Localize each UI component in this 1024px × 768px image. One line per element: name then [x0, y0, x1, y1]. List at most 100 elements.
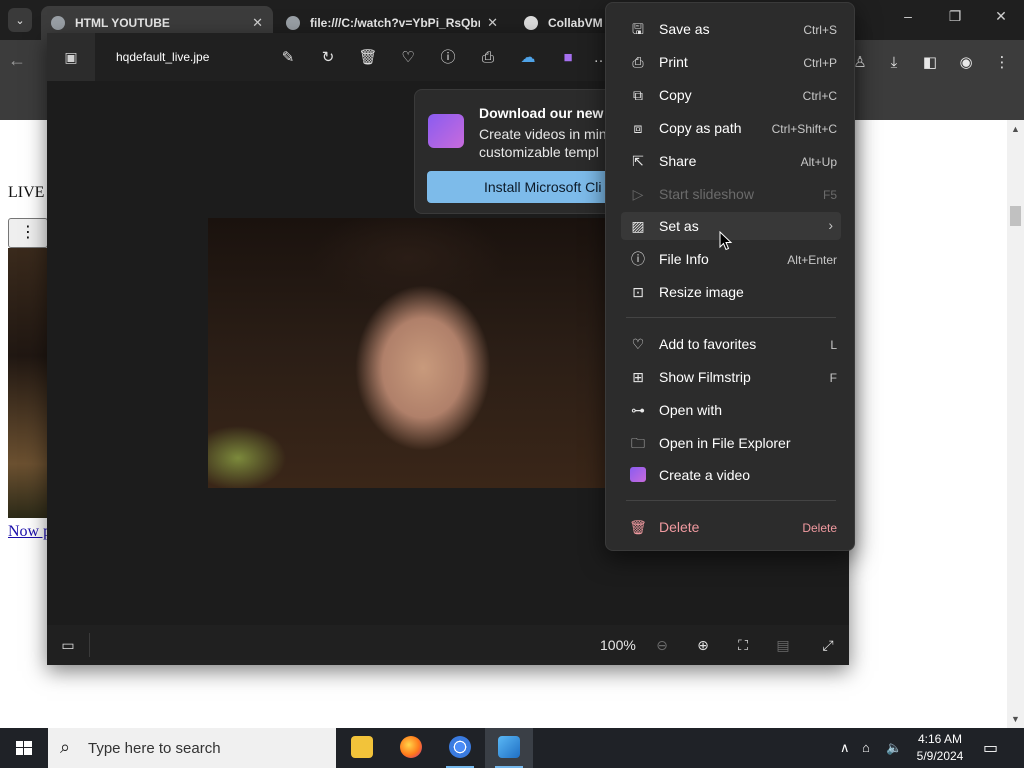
gallery-icon[interactable]: ▣	[47, 33, 95, 81]
open-with-icon: ⊶	[631, 402, 645, 418]
video-thumbnail[interactable]	[8, 248, 48, 518]
menu-item-shortcut: F5	[822, 188, 837, 202]
taskbar-chrome[interactable]	[436, 728, 484, 768]
taskbar: ⌕ Type here to search ∧ ⌂ 🔈 4:16 AM 5/9/…	[0, 728, 1024, 768]
menu-item-add-to-favorites[interactable]: ♡ Add to favorites L	[621, 330, 841, 358]
menu-item-save-as[interactable]: 🖫 Save as Ctrl+S	[621, 15, 841, 43]
print-icon[interactable]: ⎙	[477, 47, 499, 69]
actual-size-icon[interactable]: ▤	[773, 635, 793, 655]
install-clipchamp-button[interactable]: Install Microsoft Cli	[427, 171, 615, 203]
close-window-button[interactable]: ✕	[986, 8, 1016, 25]
clipchamp-icon	[630, 467, 646, 482]
full-screen-icon[interactable]: ⤢	[818, 635, 838, 655]
search-icon: ⌕	[60, 737, 71, 757]
globe-icon	[286, 16, 300, 30]
taskbar-file-explorer[interactable]	[338, 728, 386, 768]
menu-item-show-filmstrip[interactable]: ⊞ Show Filmstrip F	[621, 363, 841, 391]
globe-icon	[51, 16, 65, 30]
rotate-icon[interactable]: ↻	[317, 47, 339, 69]
share-icon: ⇱	[632, 153, 644, 169]
taskbar-search-box[interactable]: ⌕ Type here to search	[48, 728, 336, 768]
zoom-out-icon[interactable]: ⊖	[652, 635, 672, 655]
menu-item-label: Start slideshow	[659, 186, 754, 202]
menu-item-shortcut: Ctrl+P	[803, 56, 837, 70]
save-as-icon: 🖫	[632, 21, 644, 37]
tab-title: file:///C:/watch?v=YbPi_RsQbr	[310, 16, 480, 30]
scroll-thumb[interactable]	[1010, 206, 1021, 226]
menu-item-shortcut: Ctrl+S	[803, 23, 837, 37]
clock-date: 5/9/2024	[916, 749, 964, 763]
heart-icon: ♡	[631, 336, 645, 352]
onedrive-icon[interactable]: ☁	[517, 47, 539, 69]
volume-muted-icon[interactable]: 🔈	[886, 740, 902, 756]
menu-item-label: Print	[659, 54, 688, 70]
print-icon: ⎙	[632, 54, 644, 70]
filmstrip-toggle-icon[interactable]: ▭	[58, 635, 78, 655]
start-button[interactable]	[0, 728, 48, 768]
tab-list-button[interactable]: ⌄	[8, 8, 32, 32]
zoom-level[interactable]: 100%	[600, 637, 636, 653]
menu-item-label: Save as	[659, 21, 710, 37]
menu-separator	[626, 317, 836, 318]
menu-item-start-slideshow[interactable]: ▷ Start slideshow F5	[621, 180, 841, 208]
menu-item-share[interactable]: ⇱ Share Alt+Up	[621, 147, 841, 175]
clock-time: 4:16 AM	[917, 732, 963, 746]
context-menu: 🖫 Save as Ctrl+S ⎙ Print Ctrl+P ⧉ Copy C…	[605, 2, 855, 551]
menu-item-print[interactable]: ⎙ Print Ctrl+P	[621, 48, 841, 76]
page-menu-button[interactable]: ⋮	[8, 218, 48, 248]
menu-item-open-with[interactable]: ⊶ Open with	[621, 396, 841, 424]
show-hidden-icons-icon[interactable]: ∧	[840, 740, 850, 756]
download-icon[interactable]: ⤓	[883, 52, 905, 74]
favorite-icon[interactable]: ♡	[397, 47, 419, 69]
clipchamp-icon[interactable]: ■	[557, 47, 579, 69]
menu-item-resize-image[interactable]: ⊡ Resize image	[621, 278, 841, 306]
page-scrollbar[interactable]: ▲ ▼	[1007, 120, 1024, 728]
copy-icon: ⧉	[633, 87, 643, 103]
minimize-button[interactable]: –	[893, 8, 923, 24]
maximize-button[interactable]: ❐	[940, 8, 970, 25]
menu-item-label: Resize image	[659, 284, 744, 300]
system-clock[interactable]: 4:16 AM 5/9/2024	[912, 731, 968, 765]
set-as-icon: ▨	[631, 218, 645, 234]
close-tab-icon[interactable]: ✕	[252, 15, 263, 31]
menu-item-label: Open in File Explorer	[659, 435, 791, 451]
fit-to-window-icon[interactable]: ⛶	[733, 635, 753, 655]
menu-item-create-a-video[interactable]: Create a video	[621, 461, 841, 489]
menu-icon[interactable]: ⋮	[991, 52, 1013, 74]
menu-item-label: Open with	[659, 402, 723, 418]
menu-item-label: Show Filmstrip	[659, 369, 751, 385]
info-icon[interactable]: ⓘ	[437, 47, 459, 69]
menu-item-open-in-file-explorer[interactable]: 🗀 Open in File Explorer	[621, 429, 841, 457]
file-name: hqdefault_live.jpe	[116, 50, 210, 64]
edit-image-icon[interactable]: ✎	[277, 47, 299, 69]
scroll-down-icon[interactable]: ▼	[1011, 714, 1020, 724]
menu-item-shortcut: Ctrl+C	[802, 89, 837, 103]
folder-icon	[351, 736, 373, 758]
resize-icon: ⊡	[632, 284, 644, 300]
promo-title: Download our new v	[479, 105, 616, 121]
photos-footer: ▭ 100% ⊖ ⊕ ⛶ ▤ ⤢	[47, 625, 849, 665]
close-tab-icon[interactable]: ✕	[487, 15, 498, 31]
back-arrow-icon[interactable]: ←	[8, 50, 26, 71]
taskbar-firefox[interactable]	[387, 728, 435, 768]
menu-item-shortcut: Alt+Enter	[787, 253, 837, 267]
menu-item-delete[interactable]: 🗑 Delete Delete	[621, 513, 841, 541]
clipchamp-icon	[428, 114, 464, 148]
taskbar-photos[interactable]	[485, 728, 533, 768]
menu-item-copy[interactable]: ⧉ Copy Ctrl+C	[621, 81, 841, 109]
scroll-up-icon[interactable]: ▲	[1011, 124, 1020, 134]
menu-item-label: Add to favorites	[659, 336, 757, 352]
network-icon[interactable]: ⌂	[862, 740, 870, 755]
profile-icon[interactable]: ◉	[955, 52, 977, 74]
zoom-in-icon[interactable]: ⊕	[693, 635, 713, 655]
menu-item-copy-as-path[interactable]: ⧈ Copy as path Ctrl+Shift+C	[621, 114, 841, 142]
firefox-icon	[400, 736, 422, 758]
delete-icon[interactable]: 🗑	[357, 47, 379, 69]
folder-icon: 🗀	[631, 435, 645, 451]
photos-icon	[498, 736, 520, 758]
notifications-icon[interactable]: ▭	[983, 738, 998, 758]
sidebar-icon[interactable]: ◧	[919, 52, 941, 74]
now-playing-link[interactable]: Now p	[8, 523, 51, 541]
collabvm-icon	[524, 16, 538, 30]
tab-title: HTML YOUTUBE	[75, 16, 170, 30]
